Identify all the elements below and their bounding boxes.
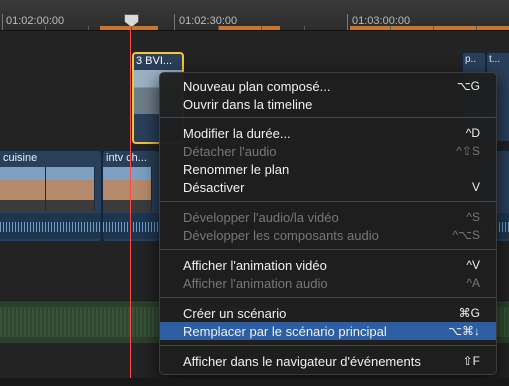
ruler-timecode-label: 01:03:00:00 [352,15,411,27]
menu-separator [160,249,496,250]
clip-thumbnails [103,167,159,211]
menu-item-label: Remplacer par le scénario principal [183,324,387,339]
ruler-minor-tick [476,26,477,30]
menu-item-reveal-in-event-browser[interactable]: Afficher dans le navigateur d'événements… [160,352,496,370]
menu-item-create-storyline[interactable]: Créer un scénario ⌘G [160,304,496,322]
menu-item-label: Afficher l'animation vidéo [183,258,327,273]
menu-item-detach-audio: Détacher l'audio ^⇧S [160,142,496,160]
menu-item-label: Modifier la durée... [183,126,291,141]
ruler-timecode-label: 01:02:00:00 [6,15,65,27]
menu-item-shortcut: ⇧F [462,354,480,368]
ruler-minor-tick [390,26,391,30]
menu-item-label: Renommer le plan [183,162,290,177]
ruler-timecode-label: 01:02:30:00 [179,15,238,27]
timeline-scrollbar[interactable] [0,378,509,386]
menu-item-label: Détacher l'audio [183,144,277,159]
menu-item-shortcut: ⌥⌘↓ [448,324,480,338]
ruler-range-marker [100,26,158,30]
menu-item-label: Afficher l'animation audio [183,276,328,291]
ruler-minor-tick [218,26,219,30]
menu-item-shortcut: ^A [466,276,480,290]
menu-item-disable[interactable]: Désactiver V [160,178,496,196]
menu-item-overwrite-to-primary-storyline[interactable]: Remplacer par le scénario principal ⌥⌘↓ [160,322,496,340]
menu-item-new-compound-clip[interactable]: Nouveau plan composé... ⌥G [160,77,496,95]
timeline-ruler[interactable]: 01:02:00:00 01:02:30:00 01:03:00:00 [0,0,509,31]
clip-thumbnail [103,167,152,211]
menu-item-show-audio-animation: Afficher l'animation audio ^A [160,274,496,292]
clip-title: cuisine [3,152,38,164]
menu-item-label: Développer l'audio/la vidéo [183,210,339,225]
menu-item-shortcut: V [471,180,480,194]
ruler-minor-tick [261,26,262,30]
ruler-minor-tick [304,26,305,30]
menu-item-label: Créer un scénario [183,306,287,321]
menu-item-shortcut: ⌥G [456,79,480,93]
menu-item-label: Ouvrir dans la timeline [183,97,313,112]
menu-item-label: Nouveau plan composé... [183,79,331,94]
menu-item-expand-audio-components: Développer les composants audio ^⌥S [160,226,496,244]
menu-item-shortcut: ^S [466,210,480,224]
menu-item-open-in-timeline[interactable]: Ouvrir dans la timeline [160,95,496,113]
menu-item-shortcut: ^⇧S [456,144,480,158]
menu-separator [160,201,496,202]
clip-thumbnail [46,167,95,211]
menu-separator [160,297,496,298]
clip-audio-waveform [103,213,159,239]
clip-thumbnail [0,167,46,211]
menu-separator [160,117,496,118]
ruler-major-tick [2,14,3,30]
ruler-minor-tick [433,26,434,30]
menu-item-shortcut: ^D [465,126,480,140]
playhead-line[interactable] [130,20,131,386]
menu-item-label: Afficher dans le navigateur d'événements [183,354,421,369]
menu-item-label: Désactiver [183,180,245,195]
menu-item-shortcut: ^V [466,258,480,272]
ruler-minor-tick [45,26,46,30]
clip-title: p.. [465,54,477,65]
menu-item-rename-clip[interactable]: Renommer le plan [160,160,496,178]
clip-intv[interactable]: intv ch... [102,150,160,242]
ruler-major-tick [174,14,175,30]
menu-separator [160,345,496,346]
ruler-minor-tick [88,26,89,30]
menu-item-expand-audio-video: Développer l'audio/la vidéo ^S [160,208,496,226]
clip-title: intv ch... [106,152,147,164]
clip-title: 3 BVI... [136,55,173,67]
menu-item-shortcut: ⌘G [458,306,480,320]
clip-cuisine[interactable]: cuisine [0,150,102,242]
clip-thumbnails [0,167,101,211]
menu-item-label: Développer les composants audio [183,228,379,243]
menu-item-change-duration[interactable]: Modifier la durée... ^D [160,124,496,142]
clip-audio-waveform [0,213,101,239]
context-menu: Nouveau plan composé... ⌥G Ouvrir dans l… [159,72,497,375]
clip-title: t... [489,54,501,65]
menu-item-show-video-animation[interactable]: Afficher l'animation vidéo ^V [160,256,496,274]
ruler-major-tick [347,14,348,30]
menu-item-shortcut: ^⌥S [452,228,480,242]
